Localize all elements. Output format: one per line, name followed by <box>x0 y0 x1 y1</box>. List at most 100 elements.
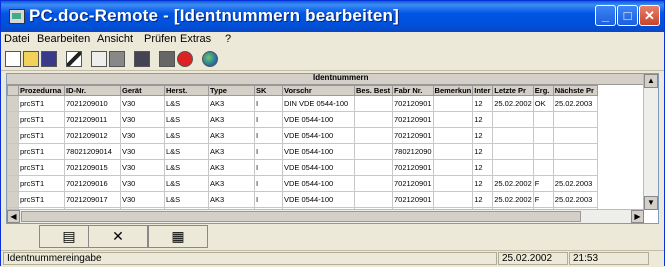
table-cell[interactable]: L&S <box>164 159 209 176</box>
stop-icon[interactable] <box>177 51 193 67</box>
table-cell[interactable]: L&S <box>164 143 209 160</box>
open-folder-icon[interactable] <box>23 51 39 67</box>
edit-pen-icon[interactable] <box>66 51 82 67</box>
table-cell[interactable]: V30 <box>120 143 165 160</box>
table-cell[interactable]: 12 <box>472 191 494 208</box>
table-cell[interactable]: 7021209011 <box>64 111 121 128</box>
table-cell[interactable]: AK3 <box>208 159 255 176</box>
col-header[interactable]: Gerät <box>120 85 165 96</box>
table-cell[interactable]: 12 <box>472 175 494 192</box>
vertical-scrollbar[interactable]: ▲ ▼ <box>643 74 658 210</box>
table-cell[interactable] <box>492 111 534 128</box>
table-cell[interactable] <box>492 143 534 160</box>
table-cell[interactable]: I <box>254 95 283 112</box>
table-cell[interactable]: 12 <box>472 127 494 144</box>
row-selector[interactable] <box>7 175 19 192</box>
menu-extras[interactable]: Extras <box>180 33 211 45</box>
row-selector[interactable] <box>7 159 19 176</box>
col-header[interactable]: Nächste Pr <box>552 85 598 96</box>
table-row[interactable]: prcST1 7021209016 V30 L&S AK3 I VDE 0544-100 70… <box>7 175 598 192</box>
globe-icon[interactable] <box>202 51 218 67</box>
table-cell[interactable]: VDE 0544-100 <box>282 111 355 128</box>
col-header[interactable]: ID-Nr. <box>64 85 121 96</box>
table-cell[interactable]: prcST1 <box>18 95 65 112</box>
table-cell[interactable]: V30 <box>120 191 165 208</box>
scroll-left-icon[interactable]: ◀ <box>7 210 20 223</box>
calculator-icon[interactable] <box>134 51 150 67</box>
table-cell[interactable] <box>532 111 554 128</box>
table-row[interactable]: prcST1 7021209010 V30 L&S AK3 I DIN VDE 0544-1… <box>7 95 598 112</box>
table-cell[interactable]: V30 <box>120 127 165 144</box>
table-cell[interactable]: 12 <box>472 143 494 160</box>
table-cell[interactable]: 7021209017 <box>64 191 121 208</box>
table-cell[interactable]: 702120901 <box>392 191 434 208</box>
table-cell[interactable]: prcST1 <box>18 159 65 176</box>
table-cell[interactable]: L&S <box>164 111 209 128</box>
col-header[interactable]: Vorschr <box>282 85 355 96</box>
table-cell[interactable]: prcST1 <box>18 175 65 192</box>
table-cell[interactable]: I <box>254 175 283 192</box>
table-cell[interactable]: prcST1 <box>18 111 65 128</box>
app-icon[interactable] <box>9 9 25 24</box>
table-cell[interactable] <box>432 143 474 160</box>
table-cell[interactable]: VDE 0544-100 <box>282 143 355 160</box>
table-cell[interactable]: F <box>532 175 554 192</box>
row-selector[interactable] <box>7 143 19 160</box>
identnummern-grid[interactable]: Identnummern Prozedurna ID-Nr. Gerät Her… <box>6 73 659 224</box>
table-cell[interactable]: L&S <box>164 175 209 192</box>
table-cell[interactable]: AK3 <box>208 127 255 144</box>
table-cell[interactable]: L&S <box>164 127 209 144</box>
table-cell[interactable]: V30 <box>120 175 165 192</box>
table-cell[interactable] <box>492 159 534 176</box>
table-cell[interactable]: I <box>254 143 283 160</box>
table-cell[interactable]: 702120901 <box>392 175 434 192</box>
table-cell[interactable]: 25.02.2002 <box>492 95 534 112</box>
table-cell[interactable]: 25.02.2003 <box>552 175 598 192</box>
save-icon[interactable] <box>41 51 57 67</box>
row-selector[interactable] <box>7 191 19 208</box>
table-cell[interactable]: 702120901 <box>392 95 434 112</box>
col-header[interactable]: Herst. <box>164 85 209 96</box>
table-cell[interactable]: L&S <box>164 95 209 112</box>
table-cell[interactable]: AK3 <box>208 143 255 160</box>
table-cell[interactable]: V30 <box>120 95 165 112</box>
table-row[interactable]: prcST1 7021209011 V30 L&S AK3 I VDE 0544-100 70… <box>7 111 598 128</box>
table-cell[interactable] <box>552 111 598 128</box>
table-cell[interactable]: 25.02.2002 <box>492 191 534 208</box>
close-button[interactable]: ✕ <box>639 5 660 26</box>
table-cell[interactable]: AK3 <box>208 175 255 192</box>
col-header[interactable]: Erg. <box>532 85 554 96</box>
menu-pruefen[interactable]: Prüfen <box>144 33 176 45</box>
table-cell[interactable] <box>432 95 474 112</box>
table-cell[interactable]: 25.02.2003 <box>552 95 598 112</box>
table-cell[interactable] <box>552 159 598 176</box>
col-header[interactable]: Bes. Best <box>354 85 393 96</box>
col-header[interactable]: Inter <box>472 85 494 96</box>
table-cell[interactable] <box>552 127 598 144</box>
table-cell[interactable] <box>354 175 393 192</box>
menu-ansicht[interactable]: Ansicht <box>97 33 133 45</box>
table-cell[interactable] <box>354 111 393 128</box>
table-cell[interactable]: I <box>254 159 283 176</box>
table-cell[interactable]: 25.02.2003 <box>552 191 598 208</box>
maximize-button[interactable]: □ <box>617 5 638 26</box>
table-cell[interactable]: VDE 0544-100 <box>282 191 355 208</box>
table-cell[interactable]: AK3 <box>208 111 255 128</box>
table-cell[interactable] <box>354 191 393 208</box>
scroll-right-icon[interactable]: ▶ <box>631 210 644 223</box>
table-cell[interactable] <box>432 127 474 144</box>
menu-help[interactable]: ? <box>225 33 231 45</box>
table-cell[interactable]: prcST1 <box>18 143 65 160</box>
table-cell[interactable]: I <box>254 127 283 144</box>
printer-icon[interactable] <box>159 51 175 67</box>
table-cell[interactable] <box>354 159 393 176</box>
col-header[interactable]: Prozedurna <box>18 85 65 96</box>
scrollbar-thumb[interactable] <box>21 211 581 222</box>
table-cell[interactable]: V30 <box>120 159 165 176</box>
table-cell[interactable] <box>532 159 554 176</box>
table-cell[interactable]: prcST1 <box>18 191 65 208</box>
table-cell[interactable]: 12 <box>472 111 494 128</box>
table-cell[interactable]: 702120901 <box>392 111 434 128</box>
table-cell[interactable]: VDE 0544-100 <box>282 175 355 192</box>
print-icon[interactable] <box>109 51 125 67</box>
